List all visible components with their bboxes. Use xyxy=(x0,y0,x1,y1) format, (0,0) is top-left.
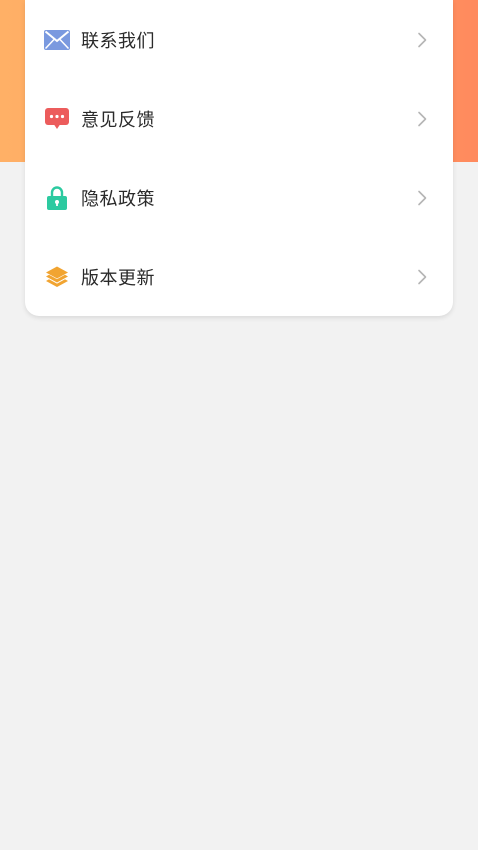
menu-item-contact-us[interactable]: 联系我们 xyxy=(25,0,453,79)
chevron-right-icon xyxy=(417,190,427,206)
menu-item-version-update[interactable]: 版本更新 xyxy=(25,237,453,316)
chevron-right-icon xyxy=(417,269,427,285)
lock-icon xyxy=(44,185,70,211)
mail-icon xyxy=(44,27,70,53)
settings-menu-card: 联系我们 意见反馈 隐私政策 版本更新 xyxy=(25,0,453,316)
menu-item-label: 联系我们 xyxy=(81,30,155,52)
chevron-right-icon xyxy=(417,32,427,48)
menu-item-feedback[interactable]: 意见反馈 xyxy=(25,79,453,158)
chevron-right-icon xyxy=(417,111,427,127)
feedback-icon xyxy=(44,106,70,132)
menu-item-privacy-policy[interactable]: 隐私政策 xyxy=(25,158,453,237)
layers-icon xyxy=(44,264,70,290)
menu-item-label: 隐私政策 xyxy=(81,188,155,210)
menu-item-label: 版本更新 xyxy=(81,267,155,289)
menu-item-label: 意见反馈 xyxy=(81,109,155,131)
